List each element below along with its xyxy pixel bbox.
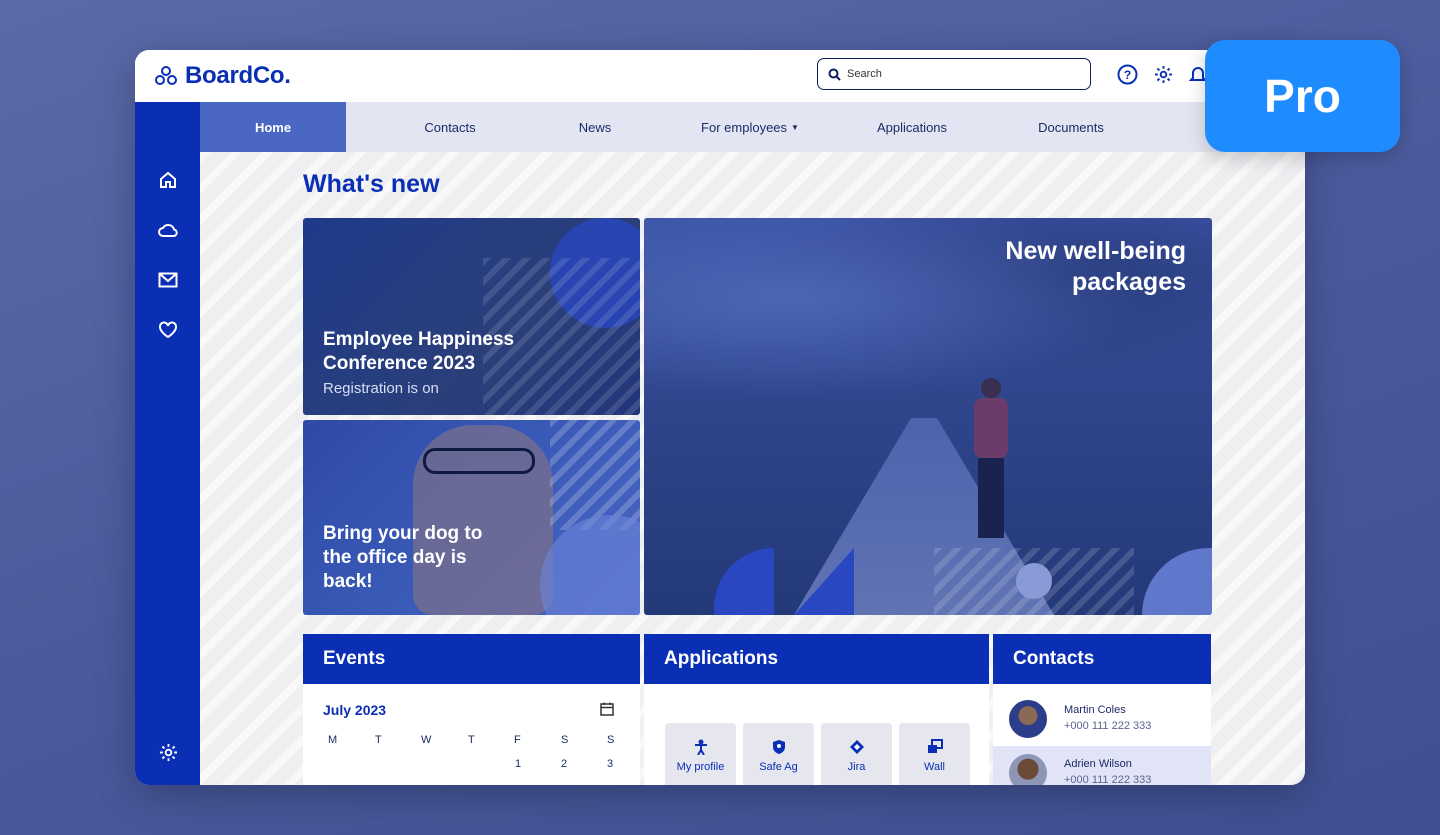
calendar-weekday: M [328, 734, 338, 746]
calendar-weekday: S [561, 734, 569, 746]
app-window: BoardCo. Search ? Home Contacts News For… [135, 50, 1305, 785]
avatar [1009, 700, 1047, 738]
conference-title: Employee Happiness Conference 2023 [323, 329, 515, 374]
card-decor-quarter [1142, 548, 1212, 615]
app-tile-label: Jira [847, 761, 866, 773]
contact-row[interactable]: Adrien Wilson +000 111 222 333 [993, 746, 1211, 785]
nav-applications[interactable]: Applications [852, 102, 972, 152]
person-icon [694, 739, 707, 755]
contacts-header: Contacts [993, 634, 1211, 684]
applications-header: Applications [644, 634, 989, 684]
calendar-weekday: W [421, 734, 432, 746]
mail-icon[interactable] [156, 268, 180, 292]
card-image-stripes [550, 420, 640, 530]
nav-news[interactable]: News [560, 102, 630, 152]
caret-down-icon: ▼ [791, 122, 799, 132]
contact-name: Martin Coles [1064, 704, 1126, 716]
calendar-day[interactable]: 1 [515, 758, 521, 770]
person-illustration [966, 378, 1016, 538]
nav-home[interactable]: Home [200, 102, 346, 152]
gear-icon[interactable] [1152, 63, 1174, 85]
calendar-icon[interactable] [600, 702, 614, 721]
nav-contacts[interactable]: Contacts [390, 102, 510, 152]
top-bar: BoardCo. Search ? [135, 50, 1305, 102]
section-title: What's new [303, 170, 440, 198]
card-decor-circle [540, 515, 640, 615]
calendar-weekday: T [375, 734, 382, 746]
brand-logo[interactable]: BoardCo. [155, 62, 291, 90]
nav-for-employees[interactable]: For employees ▼ [690, 102, 810, 152]
cloud-icon[interactable] [156, 218, 180, 242]
calendar-day[interactable]: 3 [607, 758, 613, 770]
app-tile-my-profile[interactable]: My profile [665, 723, 736, 785]
news-card-conference[interactable]: Employee Happiness Conference 2023 Regis… [303, 218, 640, 415]
app-tile-jira[interactable]: Jira [821, 723, 892, 785]
main-navigation: Home Contacts News For employees ▼ Appli… [200, 102, 1305, 152]
search-placeholder: Search [847, 68, 882, 80]
svg-text:?: ? [1123, 68, 1130, 82]
contact-row[interactable]: Martin Coles +000 111 222 333 [993, 690, 1211, 744]
calendar-weekday: F [514, 734, 521, 746]
nav-for-employees-label: For employees [701, 119, 788, 135]
conference-subtitle: Registration is on [323, 380, 439, 397]
events-header: Events [303, 634, 640, 684]
contact-phone: +000 111 222 333 [1064, 774, 1152, 785]
diamond-icon [849, 740, 864, 754]
card-decor-circle [1016, 563, 1052, 599]
avatar [1009, 754, 1047, 785]
calendar-weekday: S [607, 734, 615, 746]
search-input[interactable]: Search [817, 58, 1091, 90]
home-icon[interactable] [156, 168, 180, 192]
calendar-weekday: T [468, 734, 475, 746]
copy-icon [927, 739, 943, 753]
contact-name: Adrien Wilson [1064, 758, 1132, 770]
app-tile-label: Safe Ag [759, 761, 798, 773]
app-tile-wall[interactable]: Wall [899, 723, 970, 785]
glasses-illustration [423, 448, 535, 474]
pro-badge: Pro [1205, 40, 1400, 152]
shield-icon [772, 740, 785, 754]
dog-title: Bring your dog to the office day is back… [323, 523, 483, 592]
brand-name: BoardCo. [185, 62, 291, 89]
heart-icon[interactable] [156, 318, 180, 342]
news-card-wellbeing[interactable]: New well-being packages [644, 218, 1212, 615]
calendar-day[interactable]: 2 [561, 758, 567, 770]
app-tile-label: Wall [924, 761, 945, 773]
sidebar [135, 102, 200, 785]
settings-icon[interactable] [156, 740, 180, 764]
nav-documents[interactable]: Documents [1011, 102, 1131, 152]
calendar-month: July 2023 [323, 702, 387, 718]
search-icon [828, 68, 841, 81]
contact-phone: +000 111 222 333 [1064, 720, 1152, 732]
help-icon[interactable]: ? [1116, 63, 1138, 85]
wellbeing-title: New well-being packages [1005, 237, 1186, 297]
news-card-dog[interactable]: Bring your dog to the office day is back… [303, 420, 640, 615]
app-tile-safe-ag[interactable]: Safe Ag [743, 723, 814, 785]
logo-icon [155, 66, 177, 85]
app-tile-label: My profile [676, 761, 725, 773]
card-decor-shapes [714, 548, 774, 615]
